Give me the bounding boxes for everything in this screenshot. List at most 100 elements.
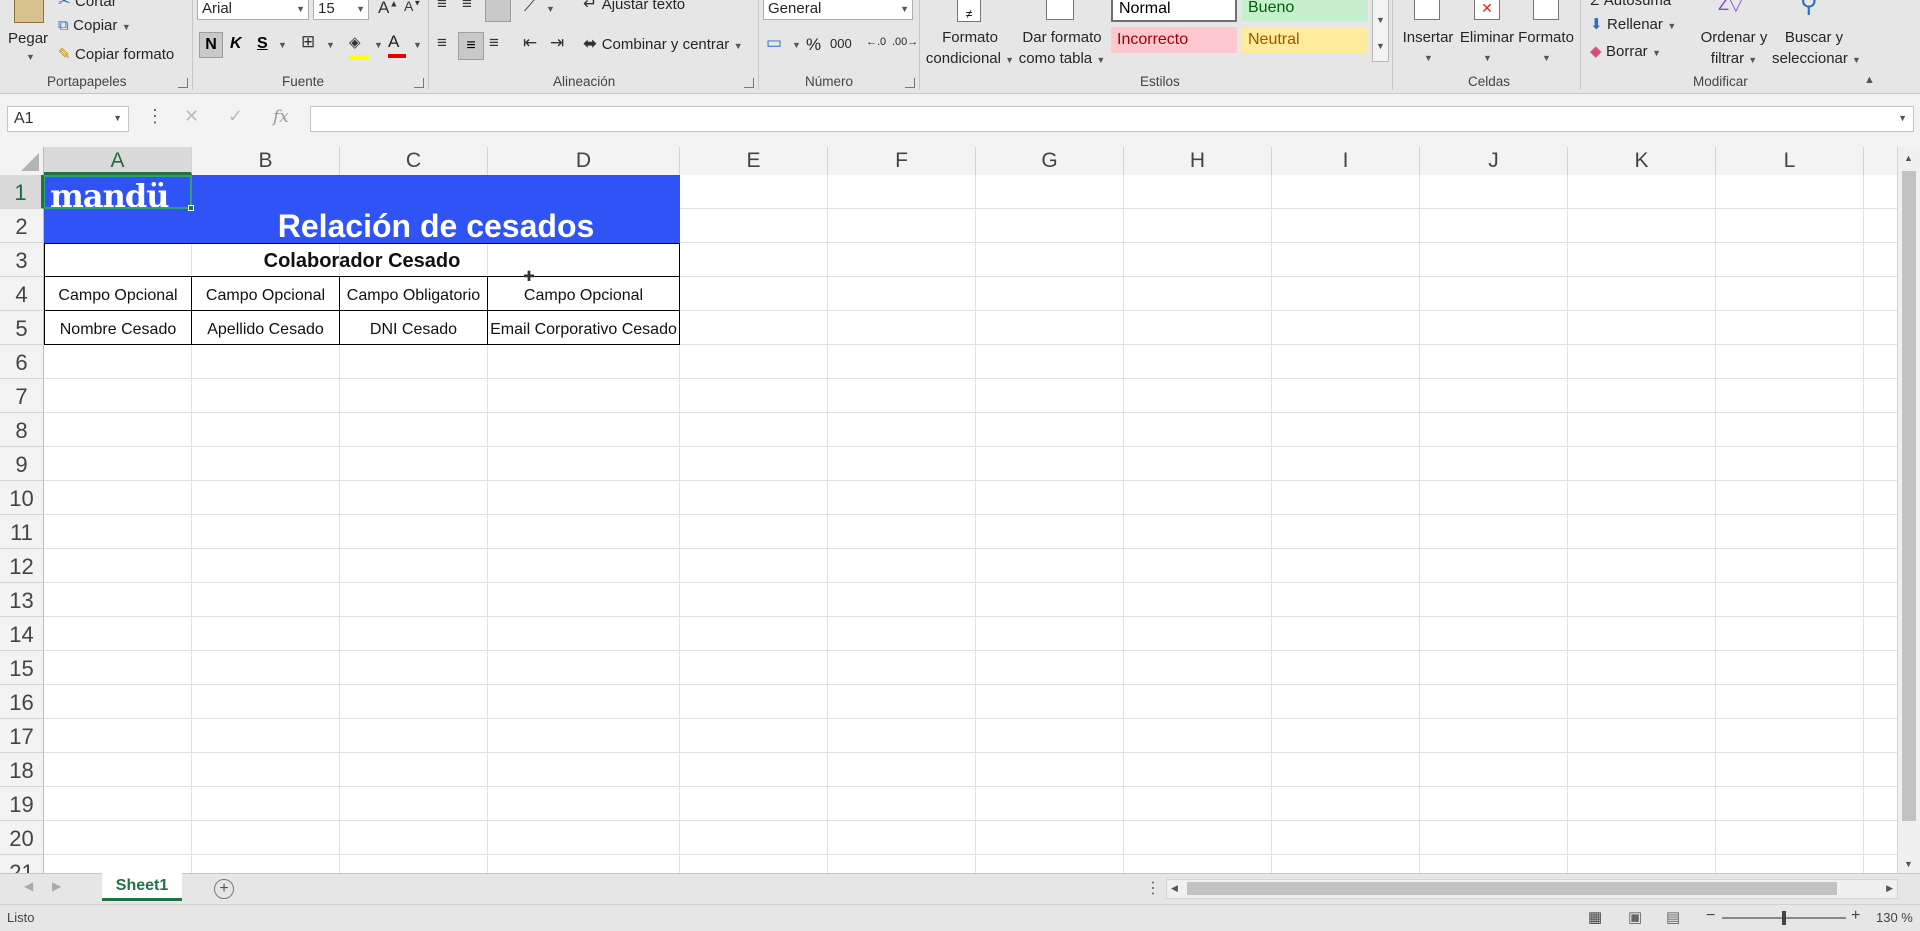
scroll-right-icon[interactable]: ▶ [1886, 883, 1893, 894]
normal-view-icon[interactable]: ▦ [1588, 908, 1602, 926]
font-size-select[interactable]: 15 ▼ [313, 0, 369, 20]
table-cell[interactable]: Email Corporativo Cesado [487, 310, 680, 345]
column-header-a[interactable]: A [44, 147, 192, 175]
conditional-format-button[interactable]: ≠ Formato condicional ▼ [922, 0, 1018, 70]
row-header-17[interactable]: 17 [0, 719, 44, 753]
format-as-table-button[interactable]: Dar formato como tabla ▼ [1016, 0, 1108, 70]
delete-cells-button[interactable]: ✕ Eliminar ▼ [1456, 0, 1518, 70]
insert-function-button[interactable]: fx [273, 107, 289, 127]
row-header-12[interactable]: 12 [0, 549, 44, 583]
table-cell[interactable]: Nombre Cesado [44, 310, 192, 345]
column-header-e[interactable]: E [680, 147, 828, 175]
insert-cells-button[interactable]: Insertar ▼ [1398, 0, 1458, 70]
increase-indent-icon[interactable]: ⇥ [550, 33, 564, 53]
style-good[interactable]: Bueno [1242, 0, 1368, 21]
horizontal-scrollbar[interactable]: ◀ ▶ [1166, 879, 1898, 899]
style-bad[interactable]: Incorrecto [1111, 27, 1237, 53]
column-header-j[interactable]: J [1420, 147, 1568, 175]
autosum-button[interactable]: Σ Autosuma [1590, 0, 1671, 10]
table-cell[interactable]: Campo Opcional [44, 277, 192, 311]
horizontal-scroll-thumb[interactable] [1187, 882, 1837, 895]
align-bottom-button[interactable] [485, 0, 511, 22]
scroll-up-icon[interactable]: ▲ [1904, 153, 1913, 163]
align-top-icon[interactable]: ≡ [437, 0, 447, 14]
name-box[interactable]: A1 ▼ [7, 106, 129, 132]
row-header-20[interactable]: 20 [0, 821, 44, 855]
row-header-16[interactable]: 16 [0, 685, 44, 719]
prev-sheet-icon[interactable]: ◀ [24, 879, 33, 893]
row-header-9[interactable]: 9 [0, 447, 44, 481]
fill-color-button[interactable]: ◈ [349, 33, 371, 59]
styles-scroll[interactable]: ▼ ▼ [1372, 0, 1389, 62]
page-layout-view-icon[interactable]: ▣ [1628, 908, 1642, 926]
table-cell[interactable]: Campo Opcional [191, 277, 340, 311]
style-normal[interactable]: Normal [1111, 0, 1237, 22]
style-neutral[interactable]: Neutral [1242, 27, 1368, 53]
collapse-ribbon-icon[interactable]: ▲ [1864, 74, 1875, 86]
column-header-k[interactable]: K [1568, 147, 1716, 175]
cut-button[interactable]: ✂ Cortar [58, 0, 117, 11]
bold-button[interactable]: N [199, 32, 223, 58]
column-header-h[interactable]: H [1124, 147, 1272, 175]
zoom-out-button[interactable]: − [1706, 907, 1715, 925]
row-header-21[interactable]: 21 [0, 855, 44, 873]
table-cell[interactable]: DNI Cesado [339, 310, 488, 345]
row-header-1[interactable]: 1 [0, 175, 44, 209]
copy-button[interactable]: ⧉ Copiar ▼ [58, 17, 131, 35]
row-header-4[interactable]: 4 [0, 277, 44, 311]
column-header-f[interactable]: F [828, 147, 976, 175]
font-family-select[interactable]: Arial ▼ [197, 0, 309, 20]
row-header-13[interactable]: 13 [0, 583, 44, 617]
dialog-launcher-icon[interactable] [905, 78, 915, 88]
underline-button[interactable]: S [257, 35, 268, 53]
clear-button[interactable]: ◆ Borrar ▼ [1590, 42, 1661, 61]
column-header-l[interactable]: L [1716, 147, 1864, 175]
format-cells-button[interactable]: Formato ▼ [1516, 0, 1576, 70]
format-painter-button[interactable]: ✎ Copiar formato [58, 45, 174, 64]
section-header[interactable]: Colaborador Cesado [44, 243, 680, 277]
font-shrink-icon[interactable]: A▼ [404, 0, 421, 14]
find-select-button[interactable]: ⚲ Buscar y seleccionar ▼ [1772, 0, 1861, 70]
zoom-slider[interactable] [1722, 911, 1846, 925]
next-sheet-icon[interactable]: ▶ [52, 879, 61, 893]
dialog-launcher-icon[interactable] [414, 78, 424, 88]
paste-button[interactable]: Pegar ▼ [4, 0, 54, 68]
sheet-tab-sheet1[interactable]: Sheet1 [102, 873, 182, 901]
worksheet-grid[interactable]: mandü Relación de cesados Colaborador Ce… [44, 175, 1897, 873]
font-color-button[interactable]: A [388, 32, 410, 58]
row-header-14[interactable]: 14 [0, 617, 44, 651]
column-header-i[interactable]: I [1272, 147, 1420, 175]
zoom-slider-thumb[interactable] [1782, 911, 1786, 925]
font-grow-icon[interactable]: A▲ [378, 0, 398, 18]
zoom-in-button[interactable]: + [1851, 907, 1860, 925]
row-header-7[interactable]: 7 [0, 379, 44, 413]
table-cell[interactable]: Campo Opcional [487, 277, 680, 311]
merge-center-button[interactable]: ⬌ Combinar y centrar ▼ [583, 34, 743, 54]
enter-icon[interactable]: ✓ [228, 106, 243, 127]
row-header-3[interactable]: 3 [0, 243, 44, 277]
fill-button[interactable]: ⬇ Rellenar ▼ [1590, 15, 1676, 34]
add-sheet-button[interactable]: + [214, 879, 234, 899]
scroll-down-icon[interactable]: ▼ [1904, 859, 1913, 869]
column-header-c[interactable]: C [340, 147, 488, 175]
sort-filter-button[interactable]: Z▽ Ordenar y filtrar ▼ [1694, 0, 1774, 70]
row-header-18[interactable]: 18 [0, 753, 44, 787]
scroll-left-icon[interactable]: ◀ [1171, 883, 1178, 894]
row-header-10[interactable]: 10 [0, 481, 44, 515]
column-header-b[interactable]: B [192, 147, 340, 175]
row-header-8[interactable]: 8 [0, 413, 44, 447]
wrap-text-button[interactable]: ↵ Ajustar texto [583, 0, 685, 14]
thousands-button[interactable]: 000 [830, 36, 852, 51]
align-left-icon[interactable]: ≡ [437, 33, 447, 53]
column-header-d[interactable]: D [488, 147, 680, 175]
row-header-15[interactable]: 15 [0, 651, 44, 685]
increase-decimal-icon[interactable]: ←.0 [866, 36, 886, 48]
select-all-corner[interactable] [0, 147, 44, 175]
page-break-view-icon[interactable]: ▤ [1666, 908, 1680, 926]
table-cell[interactable]: Campo Obligatorio [339, 277, 488, 311]
fill-handle[interactable] [188, 205, 194, 211]
decrease-decimal-icon[interactable]: .00→ [892, 36, 918, 48]
vertical-scrollbar[interactable]: ▲ ▼ [1897, 147, 1920, 873]
more-options-icon[interactable]: ⋮ [1145, 878, 1161, 898]
cancel-icon[interactable]: ✕ [184, 106, 199, 127]
